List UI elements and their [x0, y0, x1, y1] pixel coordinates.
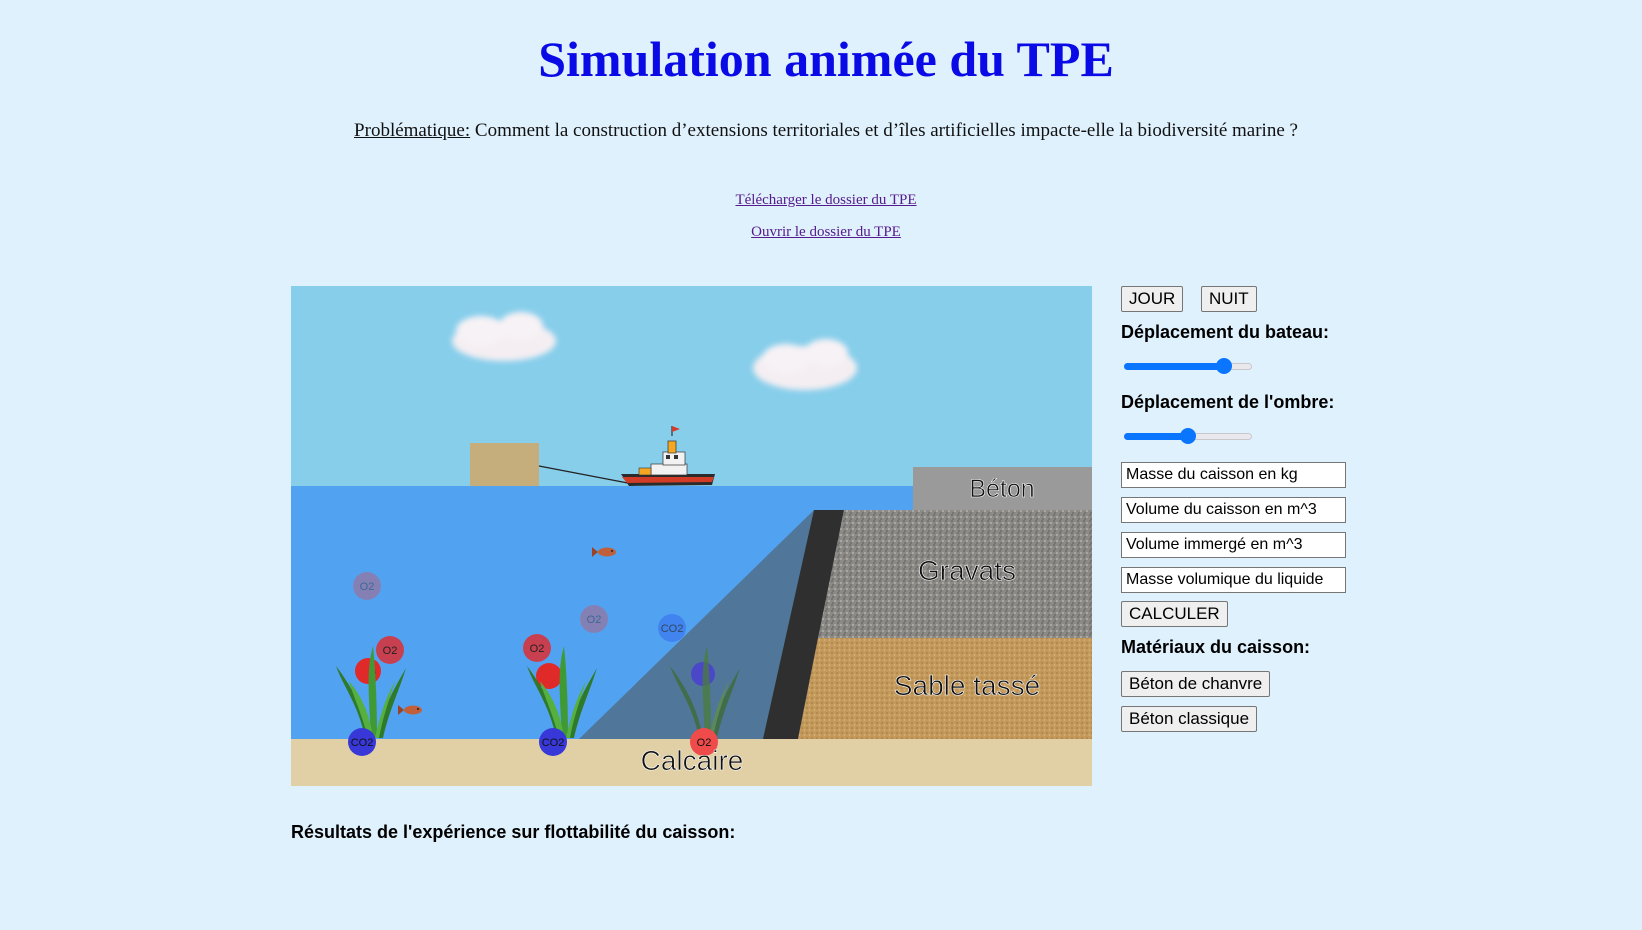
page-title: Simulation animée du TPE [538, 31, 1114, 87]
sky [291, 286, 1092, 486]
o2-bubble: O2 [376, 636, 404, 664]
simulation-canvas: O2 O2 CO2 O2 O2 2 [291, 286, 1092, 786]
o2-bubble: O2 [353, 572, 381, 600]
beton-label: Béton [969, 475, 1034, 503]
volume-field[interactable] [1121, 497, 1346, 523]
o2-bubble [355, 658, 381, 684]
svg-text:CO2: CO2 [661, 623, 684, 635]
results-title: Résultats de l'expérience sur flottabili… [291, 822, 736, 842]
problem-text: Comment la construction d’extensions ter… [470, 120, 1298, 141]
problem-label: Problématique: [354, 120, 471, 141]
open-dossier-link[interactable]: Ouvrir le dossier du TPE [0, 224, 1642, 241]
boat-slider[interactable] [1124, 358, 1252, 374]
svg-text:O2: O2 [587, 614, 602, 626]
shadow-slider-label: Déplacement de l'ombre: [1121, 392, 1335, 412]
boat-slider-label: Déplacement du bateau: [1121, 322, 1330, 342]
svg-text:CO2: CO2 [542, 737, 565, 749]
materials-label: Matériaux du caisson: [1121, 637, 1311, 657]
hemp-concrete-button[interactable]: Béton de chanvre [1121, 671, 1271, 697]
co2-bubble: CO2 [539, 728, 567, 756]
caisson [470, 443, 539, 486]
svg-text:O2: O2 [530, 643, 545, 655]
night-button[interactable]: NUIT [1201, 286, 1257, 312]
svg-text:CO2: CO2 [351, 737, 374, 749]
calcaire-label: Calcaire [641, 745, 744, 776]
density-field[interactable] [1121, 567, 1346, 593]
svg-text:O2: O2 [383, 645, 398, 657]
o2-bubble: O2 [580, 605, 608, 633]
sable-label: Sable tassé [894, 670, 1040, 701]
gravats-label: Gravats [918, 555, 1016, 586]
svg-text:O2: O2 [360, 581, 375, 593]
o2-bubble: O2 [523, 634, 551, 662]
co2-bubble: CO2 [658, 614, 686, 642]
classic-concrete-button[interactable]: Béton classique [1121, 706, 1258, 732]
mass-field[interactable] [1121, 462, 1346, 488]
problem-statement: Problématique: Comment la construction d… [0, 120, 1642, 142]
co2-bubble: CO2 [348, 728, 376, 756]
day-button[interactable]: JOUR [1121, 286, 1184, 312]
shadow-slider[interactable] [1124, 428, 1252, 444]
immersed-volume-field[interactable] [1121, 532, 1346, 558]
download-dossier-link[interactable]: Télécharger le dossier du TPE [0, 192, 1642, 209]
calculate-button[interactable]: CALCULER [1121, 601, 1228, 627]
